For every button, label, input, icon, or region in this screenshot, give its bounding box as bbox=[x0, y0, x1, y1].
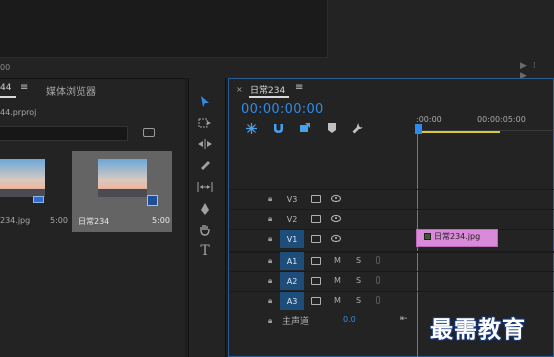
track-select-tool-icon[interactable] bbox=[196, 116, 214, 130]
master-volume-value[interactable]: 0.0 bbox=[343, 315, 356, 324]
video-track-row[interactable] bbox=[229, 229, 554, 249]
eye-icon[interactable] bbox=[331, 235, 341, 242]
type-tool-icon[interactable]: T bbox=[196, 243, 214, 259]
track-target-v3[interactable]: V3 bbox=[280, 190, 304, 208]
wrench-settings-icon[interactable] bbox=[351, 122, 363, 134]
media-item-duration: 5:00 bbox=[50, 216, 68, 225]
linked-selection-icon[interactable] bbox=[298, 122, 310, 134]
track-target-v1[interactable]: V1 bbox=[280, 230, 304, 248]
project-tab-menu-icon[interactable]: ≡ bbox=[20, 82, 28, 93]
ruler-time-label: 00:00:05:00 bbox=[477, 115, 526, 124]
microphone-icon[interactable] bbox=[376, 256, 380, 264]
project-file-name: 44.prproj bbox=[0, 108, 37, 117]
sync-lock-icon[interactable] bbox=[311, 297, 321, 305]
track-target-a1[interactable]: A1 bbox=[280, 252, 304, 270]
microphone-icon[interactable] bbox=[376, 276, 380, 284]
media-item-name: 234.jpg bbox=[0, 216, 31, 225]
sequence-tab-active-indicator bbox=[249, 96, 289, 98]
track-target-a3[interactable]: A3 bbox=[280, 292, 304, 310]
sync-lock-icon[interactable] bbox=[311, 215, 321, 223]
sync-lock-icon[interactable] bbox=[311, 257, 321, 265]
source-monitor-viewer bbox=[0, 0, 328, 58]
find-icon[interactable] bbox=[143, 128, 155, 137]
source-timecode: 00 bbox=[0, 63, 11, 72]
audio-track-row[interactable] bbox=[229, 271, 554, 291]
media-item-name: 日常234 bbox=[78, 217, 110, 226]
track-target-v2[interactable]: V2 bbox=[280, 210, 304, 228]
lock-icon[interactable]: 🔒︎ bbox=[268, 296, 272, 306]
clip-image-icon bbox=[424, 233, 431, 240]
project-tab-active-indicator bbox=[0, 96, 16, 98]
lock-icon[interactable]: 🔒︎ bbox=[268, 194, 272, 204]
sync-lock-icon[interactable] bbox=[311, 195, 321, 203]
track-target-a2[interactable]: A2 bbox=[280, 272, 304, 290]
hand-tool-icon[interactable] bbox=[196, 223, 214, 237]
sync-lock-icon[interactable] bbox=[311, 235, 321, 243]
close-icon[interactable]: × bbox=[236, 85, 243, 94]
playhead-timecode[interactable]: 00:00:00:00 bbox=[241, 102, 324, 117]
video-track-row[interactable] bbox=[229, 209, 554, 229]
sync-lock-icon[interactable] bbox=[311, 277, 321, 285]
eye-icon[interactable] bbox=[331, 215, 341, 222]
solo-button[interactable]: S bbox=[356, 276, 361, 285]
master-track-label: 主声道 bbox=[282, 317, 310, 327]
lock-icon[interactable]: 🔒︎ bbox=[268, 214, 272, 224]
razor-tool-icon[interactable] bbox=[196, 158, 214, 172]
lock-icon[interactable]: 🔒︎ bbox=[268, 276, 272, 286]
mute-button[interactable]: M bbox=[334, 256, 341, 265]
slip-tool-icon[interactable] bbox=[196, 180, 214, 194]
project-search-input[interactable] bbox=[0, 126, 128, 141]
solo-button[interactable]: S bbox=[356, 296, 361, 305]
add-marker-icon[interactable] bbox=[326, 122, 338, 134]
sequence-tab-menu-icon[interactable]: ≡ bbox=[295, 82, 303, 93]
clip-name: 日常234.jpg bbox=[434, 232, 481, 241]
tab-media-browser[interactable]: 媒体浏览器 bbox=[46, 83, 96, 98]
sequence-badge-icon bbox=[147, 195, 158, 206]
go-to-end-icon[interactable]: ⇤ bbox=[400, 314, 408, 324]
lock-icon[interactable]: 🔒︎ bbox=[268, 316, 272, 326]
tab-sequence[interactable]: 日常234 bbox=[250, 83, 285, 96]
selection-tool-icon[interactable] bbox=[196, 95, 214, 109]
ripple-edit-tool-icon[interactable] bbox=[196, 137, 214, 151]
project-tab[interactable]: 44 bbox=[0, 83, 11, 93]
video-track-row[interactable] bbox=[229, 189, 554, 209]
watermark-logo: 最需教育 bbox=[430, 316, 526, 343]
lock-icon[interactable]: 🔒︎ bbox=[268, 256, 272, 266]
lock-icon[interactable]: 🔒︎ bbox=[268, 234, 272, 244]
sequence-badge-icon bbox=[33, 196, 44, 203]
mute-button[interactable]: M bbox=[334, 276, 341, 285]
nest-toggle-icon[interactable] bbox=[245, 122, 257, 134]
ruler-time-label: :00:00 bbox=[416, 115, 442, 124]
media-thumbnail[interactable] bbox=[98, 159, 147, 197]
media-thumbnail[interactable] bbox=[0, 159, 45, 197]
audio-track-row[interactable] bbox=[229, 251, 554, 271]
pen-tool-icon[interactable] bbox=[196, 202, 214, 216]
snap-magnet-icon[interactable] bbox=[272, 122, 284, 134]
solo-button[interactable]: S bbox=[356, 256, 361, 265]
media-item-duration: 5:00 bbox=[152, 216, 170, 225]
work-area-bar[interactable] bbox=[416, 131, 500, 133]
microphone-icon[interactable] bbox=[376, 296, 380, 304]
eye-icon[interactable] bbox=[331, 195, 341, 202]
mute-button[interactable]: M bbox=[334, 296, 341, 305]
audio-track-row[interactable] bbox=[229, 291, 554, 311]
